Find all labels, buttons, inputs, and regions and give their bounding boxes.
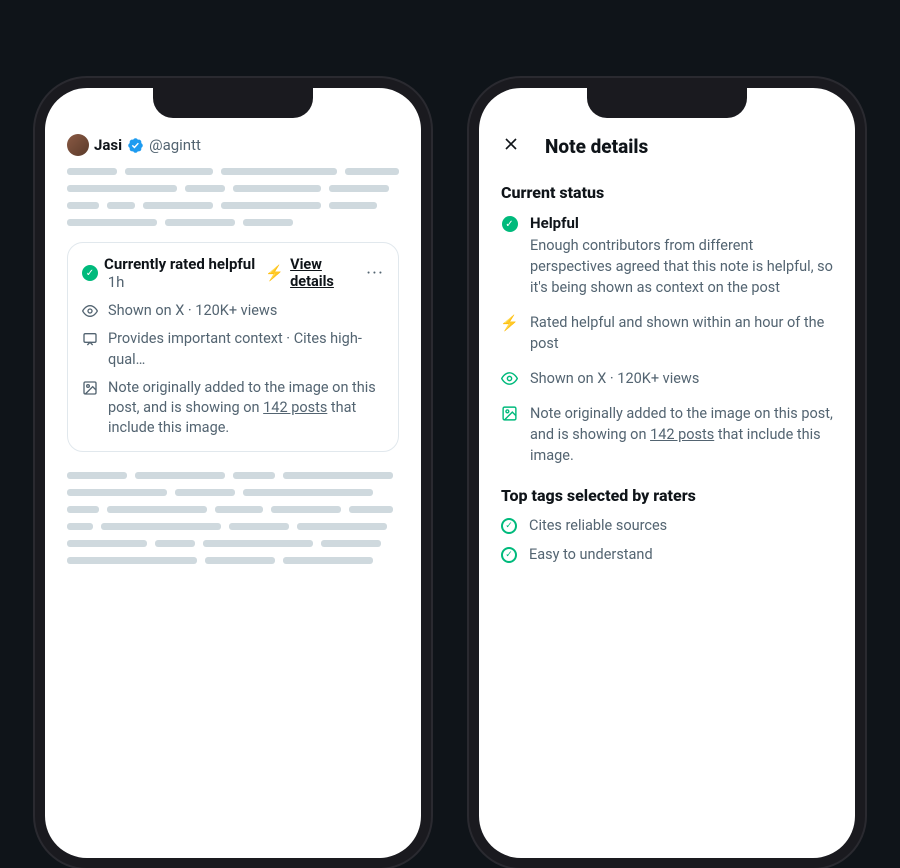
more-icon[interactable]: ··· xyxy=(366,263,384,284)
image-icon xyxy=(82,380,98,396)
status-helpful-text: Enough contributors from different persp… xyxy=(530,235,833,298)
status-image-text: Note originally added to the image on th… xyxy=(530,403,833,466)
screen-left: Jasi @agintt ✓ Currently rated helpful 1… xyxy=(45,88,421,858)
phone-notch xyxy=(153,88,313,118)
status-shown-text: Shown on X · 120K+ views xyxy=(530,368,699,389)
note-provides-line: Provides important context · Cites high-… xyxy=(82,329,384,370)
check-outline-icon: ✓ xyxy=(501,518,517,534)
status-shown: Shown on X · 120K+ views xyxy=(501,368,833,389)
avatar[interactable] xyxy=(67,134,89,156)
note-image-line: Note originally added to the image on th… xyxy=(82,378,384,439)
status-rated: ⚡ Rated helpful and shown within an hour… xyxy=(501,312,833,354)
posts-link[interactable]: 142 posts xyxy=(263,399,327,416)
posts-link[interactable]: 142 posts xyxy=(650,426,714,443)
community-note-card: ✓ Currently rated helpful 1h ⚡ View deta… xyxy=(67,242,399,452)
screen-right: Note details Current status ✓ Helpful En… xyxy=(479,88,855,858)
tag-label: Easy to understand xyxy=(529,546,653,563)
page-title: Note details xyxy=(545,135,648,158)
speech-icon xyxy=(82,331,98,347)
note-title: Currently rated helpful 1h xyxy=(104,255,259,291)
phone-notch xyxy=(587,88,747,118)
eye-icon xyxy=(501,370,518,387)
image-icon xyxy=(501,405,518,422)
view-details-link[interactable]: View details xyxy=(290,256,360,290)
author-name[interactable]: Jasi xyxy=(94,136,122,154)
status-heading: Current status xyxy=(501,183,833,202)
check-circle-icon: ✓ xyxy=(501,216,518,232)
tag-label: Cites reliable sources xyxy=(529,517,667,534)
status-image: Note originally added to the image on th… xyxy=(501,403,833,466)
tags-section: Top tags selected by raters ✓ Cites reli… xyxy=(501,486,833,563)
tweet-header: Jasi @agintt xyxy=(67,134,399,156)
tag-item: ✓ Easy to understand xyxy=(501,546,833,563)
tag-item: ✓ Cites reliable sources xyxy=(501,517,833,534)
check-outline-icon: ✓ xyxy=(501,547,517,563)
details-header: Note details xyxy=(501,134,833,159)
author-handle[interactable]: @agintt xyxy=(149,136,201,154)
status-helpful-label: Helpful xyxy=(530,214,833,232)
check-circle-icon: ✓ xyxy=(82,265,98,281)
status-helpful: ✓ Helpful Enough contributors from diffe… xyxy=(501,214,833,298)
tags-heading: Top tags selected by raters xyxy=(501,486,833,505)
tweet-body-placeholder xyxy=(67,168,399,226)
verified-badge-icon xyxy=(127,137,144,154)
note-title-text: Currently rated helpful xyxy=(104,255,255,273)
status-rated-text: Rated helpful and shown within an hour o… xyxy=(530,312,833,354)
phone-left: Jasi @agintt ✓ Currently rated helpful 1… xyxy=(35,78,431,868)
note-shown-text: Shown on X · 120K+ views xyxy=(108,301,277,321)
note-title-row: ✓ Currently rated helpful 1h ⚡ View deta… xyxy=(82,255,384,291)
note-image-text: Note originally added to the image on th… xyxy=(108,378,384,439)
lightning-icon: ⚡ xyxy=(501,314,518,332)
note-time: 1h xyxy=(104,273,124,291)
eye-icon xyxy=(82,303,98,319)
note-shown-line: Shown on X · 120K+ views xyxy=(82,301,384,321)
below-content-placeholder xyxy=(67,472,399,564)
note-provides-text: Provides important context · Cites high-… xyxy=(108,329,384,370)
lightning-icon: ⚡ xyxy=(265,264,284,282)
phone-right: Note details Current status ✓ Helpful En… xyxy=(469,78,865,868)
close-icon[interactable] xyxy=(501,134,521,159)
